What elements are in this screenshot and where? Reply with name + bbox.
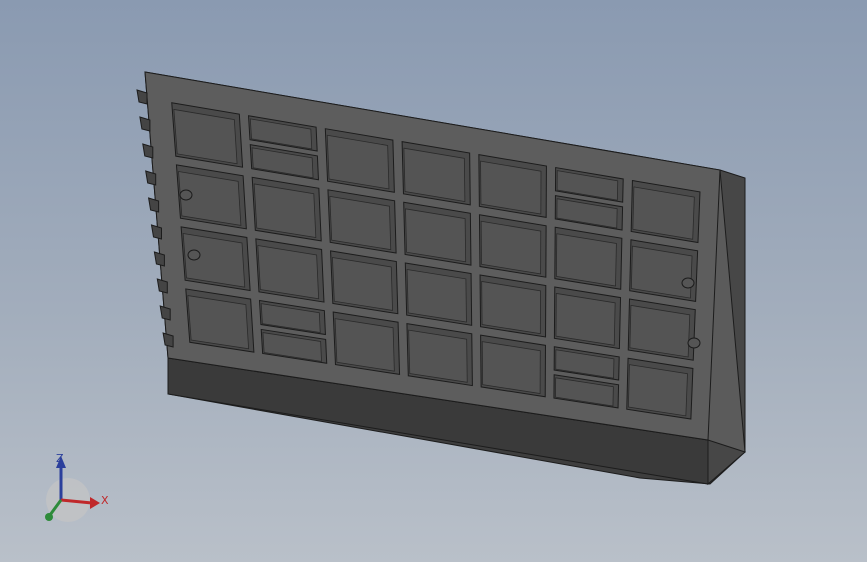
- edge-tooth: [150, 224, 162, 240]
- edge-tooth: [156, 278, 168, 294]
- edge-tooth: [162, 332, 174, 348]
- square-pocket-floor: [629, 304, 691, 358]
- square-pocket-floor: [331, 257, 393, 311]
- edge-tooth: [159, 305, 171, 321]
- square-pocket-floor: [555, 292, 616, 346]
- square-pocket-floor: [481, 280, 541, 335]
- edge-tooth: [147, 197, 160, 213]
- square-pocket-floor: [408, 329, 468, 383]
- square-pocket-floor: [627, 364, 688, 417]
- tray-body[interactable]: [136, 71, 746, 486]
- square-pocket-floor: [406, 268, 467, 323]
- model-viewport[interactable]: [0, 0, 867, 562]
- square-pocket-floor: [334, 318, 395, 372]
- edge-tooth: [139, 116, 151, 132]
- edge-tooth: [136, 89, 148, 105]
- mounting-hole: [187, 249, 201, 261]
- mounting-hole: [681, 277, 695, 289]
- mounting-hole: [179, 189, 193, 201]
- square-pocket-floor: [257, 245, 320, 300]
- edge-tooth: [145, 170, 157, 186]
- square-pocket-floor: [481, 341, 541, 394]
- square-pocket-floor: [187, 295, 250, 350]
- edge-tooth: [153, 251, 165, 267]
- edge-tooth: [142, 143, 154, 159]
- mounting-hole: [687, 337, 701, 349]
